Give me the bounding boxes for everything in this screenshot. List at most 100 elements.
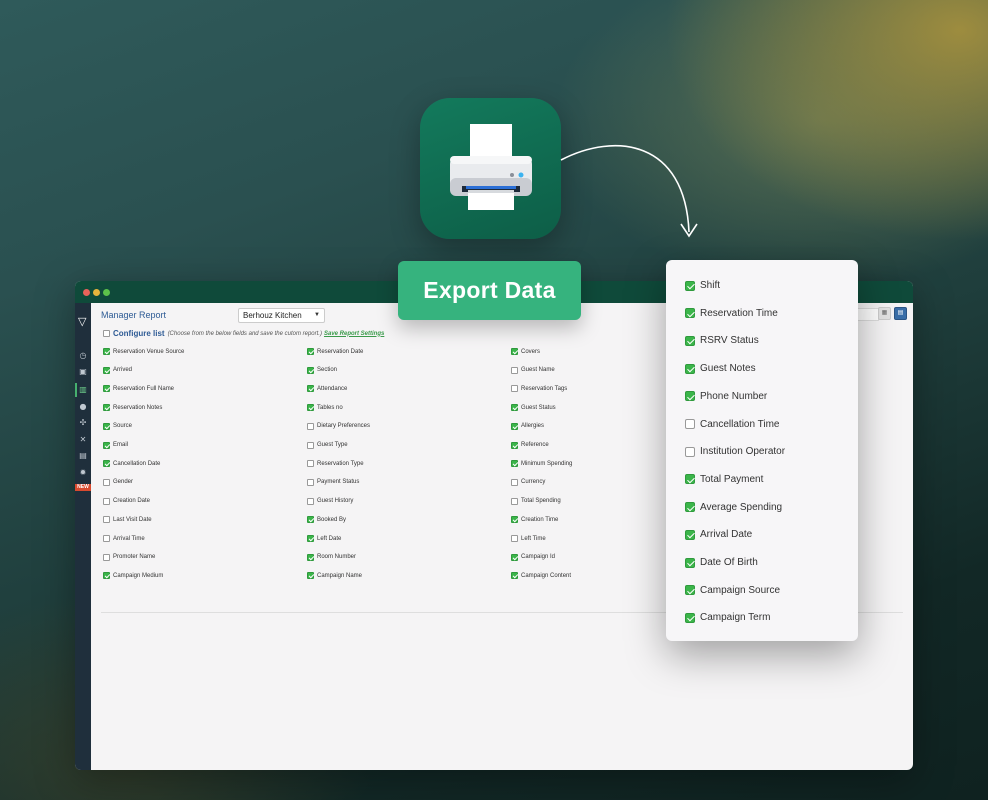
field-checkbox[interactable] <box>103 348 110 355</box>
field-option-room-number[interactable]: Room Number <box>307 553 356 561</box>
field-checkbox[interactable] <box>103 535 110 542</box>
popup-option-arrival-date[interactable]: Arrival Date <box>685 529 752 540</box>
field-option-creation-time[interactable]: Creation Time <box>511 516 558 524</box>
field-option-tables-no[interactable]: Tables no <box>307 404 343 412</box>
popup-option-shift[interactable]: Shift <box>685 280 720 291</box>
field-option-guest-status[interactable]: Guest Status <box>511 404 556 412</box>
field-option-booked-by[interactable]: Booked By <box>307 516 346 524</box>
field-option-guest-type[interactable]: Guest Type <box>307 441 348 449</box>
field-checkbox[interactable] <box>307 535 314 542</box>
maximize-window-button[interactable] <box>103 289 110 296</box>
field-checkbox[interactable] <box>103 553 110 561</box>
popup-option-cancellation-time[interactable]: Cancellation Time <box>685 419 779 430</box>
field-checkbox[interactable] <box>307 460 314 468</box>
popup-option-rsrv-status[interactable]: RSRV Status <box>685 335 759 346</box>
field-option-total-spending[interactable]: Total Spending <box>511 497 561 505</box>
field-checkbox[interactable] <box>511 404 518 412</box>
field-checkbox[interactable] <box>511 572 518 580</box>
popup-option-institution-operator[interactable]: Institution Operator <box>685 446 785 457</box>
popup-option-reservation-time[interactable]: Reservation Time <box>685 308 778 319</box>
field-checkbox[interactable] <box>103 385 110 393</box>
popup-checkbox[interactable] <box>685 585 695 596</box>
field-checkbox[interactable] <box>307 422 314 430</box>
field-option-left-date[interactable]: Left Date <box>307 535 341 542</box>
popup-option-date-of-birth[interactable]: Date Of Birth <box>685 557 758 568</box>
field-option-dietary-preferences[interactable]: Dietary Preferences <box>307 422 370 430</box>
field-checkbox[interactable] <box>511 422 518 430</box>
field-checkbox[interactable] <box>511 478 518 486</box>
field-checkbox[interactable] <box>103 572 110 580</box>
minimize-window-button[interactable] <box>93 289 100 296</box>
export-data-button[interactable]: Export Data <box>398 261 581 320</box>
popup-checkbox[interactable] <box>685 419 695 429</box>
popup-option-total-payment[interactable]: Total Payment <box>685 474 763 485</box>
field-checkbox[interactable] <box>103 460 110 468</box>
field-option-email[interactable]: Email <box>103 441 128 449</box>
field-option-reservation-tags[interactable]: Reservation Tags <box>511 385 567 393</box>
field-option-minimum-spending[interactable]: Minimum Spending <box>511 460 572 468</box>
export-view-button[interactable]: ▤ <box>894 307 907 320</box>
popup-option-campaign-source[interactable]: Campaign Source <box>685 585 780 596</box>
field-checkbox[interactable] <box>103 516 110 524</box>
field-checkbox[interactable] <box>307 441 314 449</box>
field-option-currency[interactable]: Currency <box>511 478 545 486</box>
field-checkbox[interactable] <box>511 497 518 505</box>
clock-icon[interactable]: ◷ <box>78 351 88 361</box>
field-option-creation-date[interactable]: Creation Date <box>103 497 150 505</box>
field-checkbox[interactable] <box>511 553 518 561</box>
field-checkbox[interactable] <box>511 535 518 542</box>
popup-checkbox[interactable] <box>685 557 695 568</box>
tools-icon[interactable]: ✕ <box>78 435 88 445</box>
field-option-cancellation-date[interactable]: Cancellation Date <box>103 460 160 468</box>
field-checkbox[interactable] <box>103 422 110 430</box>
document-icon[interactable]: ▤ <box>78 451 88 461</box>
field-option-reservation-full-name[interactable]: Reservation Full Name <box>103 385 174 393</box>
field-option-reference[interactable]: Reference <box>511 441 549 449</box>
venue-select[interactable]: Berhouz Kitchen ▼ <box>238 308 325 323</box>
popup-option-campaign-term[interactable]: Campaign Term <box>685 612 770 623</box>
popup-option-average-spending[interactable]: Average Spending <box>685 502 782 513</box>
network-icon[interactable]: ✣ <box>78 418 88 428</box>
contact-card-icon[interactable]: ▣ <box>78 367 88 377</box>
popup-checkbox[interactable] <box>685 391 695 402</box>
field-option-attendance[interactable]: Attendance <box>307 385 347 393</box>
field-checkbox[interactable] <box>511 460 518 468</box>
app-logo-icon[interactable]: ▽ <box>78 315 86 328</box>
field-checkbox[interactable] <box>307 404 314 412</box>
popup-checkbox[interactable] <box>685 612 695 623</box>
popup-option-phone-number[interactable]: Phone Number <box>685 391 767 402</box>
field-checkbox[interactable] <box>307 385 314 393</box>
field-checkbox[interactable] <box>307 348 314 355</box>
popup-checkbox[interactable] <box>685 363 695 374</box>
gear-icon[interactable]: ✹ <box>78 468 88 478</box>
bar-chart-icon[interactable]: ▥ <box>78 385 88 395</box>
popup-checkbox[interactable] <box>685 308 695 319</box>
field-checkbox[interactable] <box>307 497 314 505</box>
field-option-promoter-name[interactable]: Promoter Name <box>103 553 155 561</box>
field-checkbox[interactable] <box>307 478 314 486</box>
popup-checkbox[interactable] <box>685 335 695 346</box>
field-option-campaign-name[interactable]: Campaign Name <box>307 572 362 580</box>
field-checkbox[interactable] <box>511 441 518 449</box>
field-checkbox[interactable] <box>511 516 518 524</box>
popup-checkbox[interactable] <box>685 280 695 291</box>
field-checkbox[interactable] <box>103 478 110 486</box>
field-option-payment-status[interactable]: Payment Status <box>307 478 359 486</box>
field-checkbox[interactable] <box>103 404 110 412</box>
popup-checkbox[interactable] <box>685 529 695 540</box>
field-option-left-time[interactable]: Left Time <box>511 535 546 542</box>
field-checkbox[interactable] <box>511 348 518 355</box>
popup-checkbox[interactable] <box>685 474 695 485</box>
field-option-allergies[interactable]: Allergies <box>511 422 544 430</box>
field-option-campaign-medium[interactable]: Campaign Medium <box>103 572 163 580</box>
field-option-reservation-notes[interactable]: Reservation Notes <box>103 404 162 412</box>
field-checkbox[interactable] <box>307 572 314 580</box>
field-option-reservation-venue-source[interactable]: Reservation Venue Source <box>103 348 184 355</box>
popup-option-guest-notes[interactable]: Guest Notes <box>685 363 756 374</box>
field-checkbox[interactable] <box>103 441 110 449</box>
configure-list-checkbox[interactable] <box>103 330 110 337</box>
grid-view-button[interactable]: ▦ <box>878 307 891 320</box>
popup-checkbox[interactable] <box>685 446 695 457</box>
field-option-last-visit-date[interactable]: Last Visit Date <box>103 516 152 524</box>
field-checkbox[interactable] <box>103 366 110 374</box>
